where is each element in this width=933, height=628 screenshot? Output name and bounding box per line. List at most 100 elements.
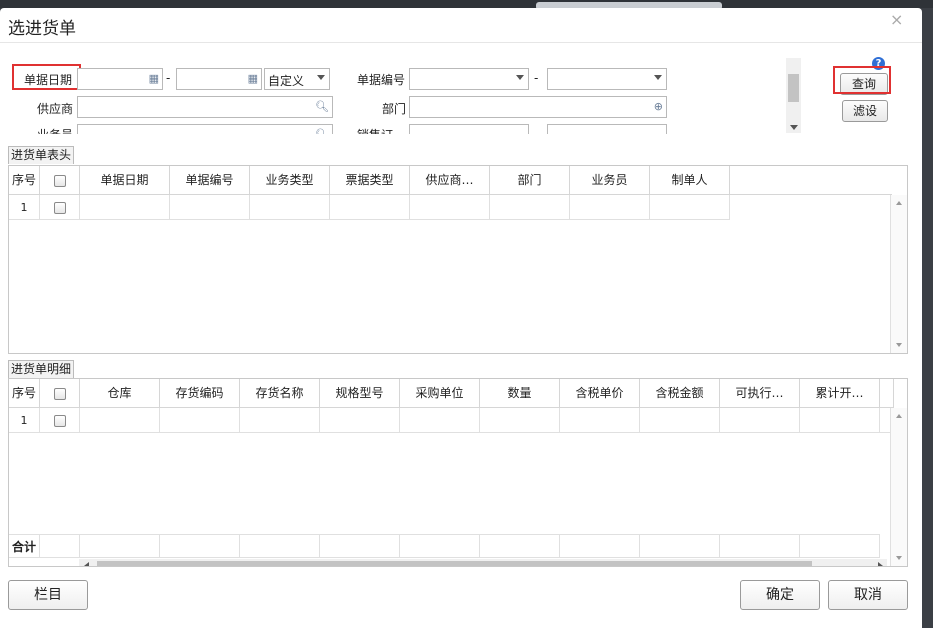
col-header[interactable]: 存货编码 — [160, 379, 240, 408]
docno-label: 单据编号 — [357, 73, 406, 87]
scroll-down-icon[interactable] — [896, 556, 902, 560]
scroll-down-icon[interactable] — [896, 343, 902, 347]
dialog-title: 选进货单 — [8, 19, 76, 39]
col-header[interactable]: 业务类型 — [250, 166, 330, 195]
row-checkbox[interactable] — [53, 202, 66, 214]
calendar-icon[interactable]: ▦ — [248, 72, 258, 85]
col-header[interactable]: 含税金额 — [640, 379, 720, 408]
row-number: 1 — [9, 195, 40, 220]
col-header[interactable]: 到货 — [880, 379, 894, 408]
calendar-icon[interactable]: ▦ — [149, 72, 159, 85]
search-plus-icon[interactable]: ⊕ — [654, 100, 663, 113]
select-all-checkbox[interactable] — [53, 174, 66, 187]
table-cell[interactable] — [250, 195, 330, 220]
detail-grid-tab[interactable]: 进货单明细 — [8, 360, 74, 378]
row-select-cell[interactable] — [40, 195, 80, 220]
table-cell[interactable] — [640, 408, 720, 433]
select-all-header[interactable] — [40, 379, 80, 408]
table-cell[interactable] — [800, 408, 880, 433]
close-icon[interactable]: × — [890, 10, 903, 29]
docno-to-select[interactable] — [547, 68, 667, 90]
title-divider — [0, 42, 922, 43]
col-header[interactable]: 累计开… — [800, 379, 880, 408]
row-select-cell[interactable] — [40, 408, 80, 433]
table-cell[interactable] — [330, 195, 410, 220]
scroll-up-icon[interactable] — [896, 414, 902, 418]
table-cell[interactable] — [320, 408, 400, 433]
table-cell[interactable] — [560, 408, 640, 433]
col-header[interactable]: 数量 — [480, 379, 560, 408]
col-header[interactable]: 存货名称 — [240, 379, 320, 408]
date-to-field[interactable]: ▦ — [176, 68, 262, 90]
col-header[interactable]: 仓库 — [80, 379, 160, 408]
col-header[interactable]: 单据日期 — [80, 166, 170, 195]
supplier-field[interactable]: 🔍︎ — [77, 96, 333, 118]
detail-grid-vscroll[interactable] — [890, 408, 907, 566]
col-header[interactable]: 业务员 — [570, 166, 650, 195]
select-purchase-dialog: 选进货单 × 单据日期 ▦ - ▦ 自定义 单据编号 - 供应商 🔍︎ 部门 ⊕… — [0, 8, 922, 628]
table-cell[interactable] — [170, 195, 250, 220]
total-cell — [160, 534, 240, 558]
col-header[interactable]: 采购单位 — [400, 379, 480, 408]
col-header[interactable]: 规格型号 — [320, 379, 400, 408]
dept-label: 部门 — [382, 102, 407, 116]
col-header[interactable]: 序号 — [9, 166, 40, 195]
table-cell[interactable] — [480, 408, 560, 433]
sales-order-from-field[interactable] — [409, 124, 529, 134]
col-header[interactable]: 制单人 — [650, 166, 730, 195]
filter-settings-button[interactable]: 滤设 — [842, 100, 888, 122]
filter-scrollbar[interactable] — [786, 58, 801, 133]
sales-order-to-field[interactable] — [547, 124, 667, 134]
detail-grid-hscroll[interactable] — [79, 559, 887, 566]
columns-button[interactable]: 栏目 — [8, 580, 88, 610]
col-header[interactable]: 供应商… — [410, 166, 490, 195]
total-cell — [720, 534, 800, 558]
table-cell[interactable] — [240, 408, 320, 433]
scroll-left-icon[interactable] — [84, 562, 89, 566]
header-grid-tab[interactable]: 进货单表头 — [8, 146, 74, 164]
scroll-right-icon[interactable] — [878, 562, 883, 566]
scroll-up-icon[interactable] — [896, 201, 902, 205]
total-cell — [640, 534, 720, 558]
scroll-thumb[interactable] — [788, 74, 799, 102]
detail-grid: 序号 仓库 存货编码 存货名称 规格型号 采购单位 数量 含税单价 含税金额 可… — [8, 378, 908, 567]
search-icon[interactable]: 🔍︎ — [315, 128, 329, 134]
ok-button[interactable]: 确定 — [740, 580, 820, 610]
row-checkbox[interactable] — [53, 415, 66, 427]
background-window-strip — [0, 0, 933, 10]
docno-from-select[interactable] — [409, 68, 529, 90]
scroll-thumb[interactable] — [97, 561, 812, 566]
date-from-field[interactable]: ▦ — [77, 68, 163, 90]
total-cell — [240, 534, 320, 558]
date-range-select[interactable]: 自定义 — [264, 68, 330, 90]
total-label: 合计 — [9, 534, 40, 558]
select-all-header[interactable] — [40, 166, 80, 195]
col-header[interactable]: 序号 — [9, 379, 40, 408]
header-grid: 序号 单据日期 单据编号 业务类型 票据类型 供应商… 部门 业务员 制单人 1 — [8, 165, 908, 354]
header-grid-vscroll[interactable] — [890, 195, 907, 353]
dept-field[interactable]: ⊕ — [409, 96, 667, 118]
date-range-value: 自定义 — [268, 74, 305, 88]
table-cell[interactable] — [720, 408, 800, 433]
table-cell[interactable] — [400, 408, 480, 433]
table-cell[interactable] — [650, 195, 730, 220]
scroll-down-icon[interactable] — [790, 125, 798, 130]
select-all-checkbox[interactable] — [53, 387, 66, 400]
table-cell[interactable] — [570, 195, 650, 220]
col-header[interactable]: 票据类型 — [330, 166, 410, 195]
supplier-label: 供应商 — [37, 102, 74, 116]
table-cell[interactable] — [160, 408, 240, 433]
total-cell — [320, 534, 400, 558]
total-cell — [80, 534, 160, 558]
table-cell[interactable] — [80, 408, 160, 433]
cancel-button[interactable]: 取消 — [828, 580, 908, 610]
col-header[interactable]: 部门 — [490, 166, 570, 195]
salesman-field[interactable]: 🔍︎ — [77, 124, 333, 134]
table-cell[interactable] — [410, 195, 490, 220]
col-header[interactable]: 含税单价 — [560, 379, 640, 408]
col-header[interactable]: 可执行… — [720, 379, 800, 408]
table-cell[interactable] — [80, 195, 170, 220]
table-cell[interactable] — [490, 195, 570, 220]
col-header[interactable]: 单据编号 — [170, 166, 250, 195]
search-icon[interactable]: 🔍︎ — [315, 100, 329, 113]
